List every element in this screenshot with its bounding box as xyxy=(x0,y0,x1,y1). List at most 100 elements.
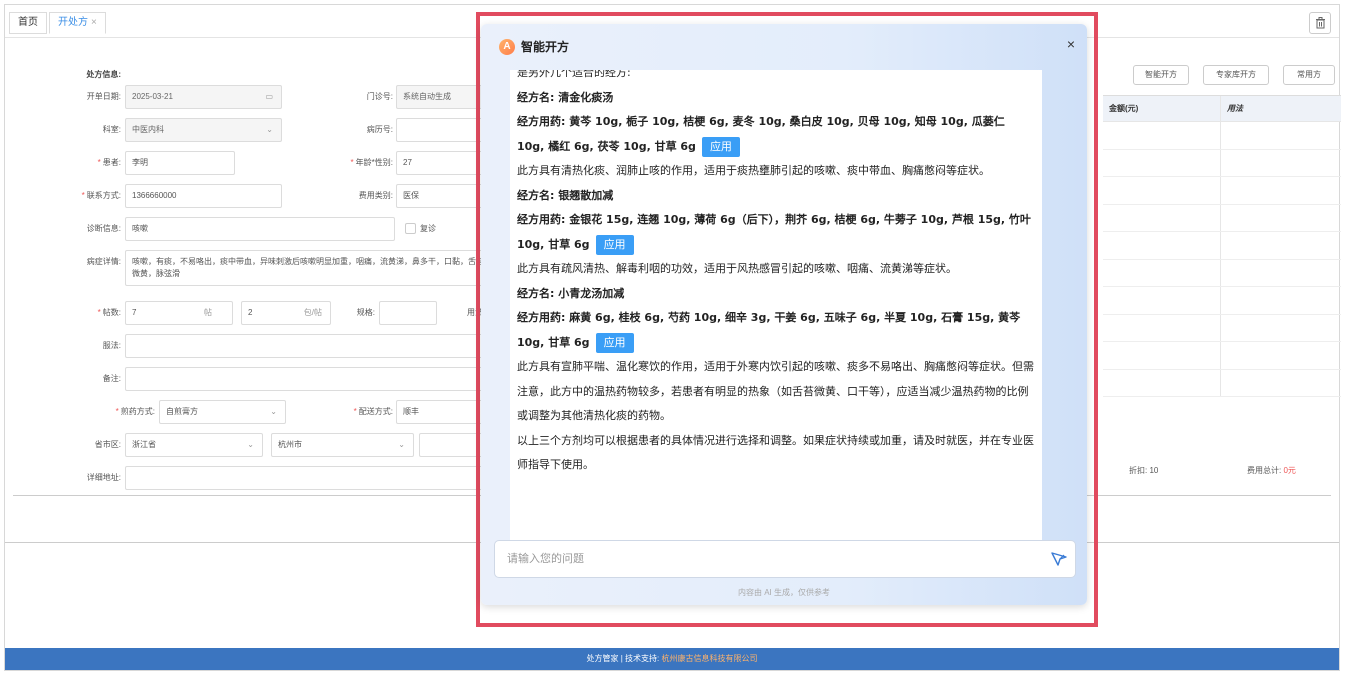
discount-text: 折扣: 10 xyxy=(1129,466,1159,475)
contact-label: * 联系方式: xyxy=(81,191,121,200)
col-usage: 用法 xyxy=(1227,104,1243,113)
decoct-value: 自煎膏方 xyxy=(166,407,198,416)
decoct-select[interactable]: 自煎膏方 ⌄ xyxy=(159,400,286,424)
city-value: 杭州市 xyxy=(278,440,302,449)
common-prescription-button[interactable]: 常用方 xyxy=(1283,65,1335,85)
rx3-herbs: 经方用药: 麻黄 6g, 桂枝 6g, 芍药 10g, 细辛 3g, 干姜 6g… xyxy=(517,306,1034,355)
remark-field[interactable] xyxy=(125,367,495,391)
patient-field[interactable]: 李明 xyxy=(125,151,235,175)
spec-field[interactable] xyxy=(379,301,437,325)
dept-select[interactable]: 中医内科 ⌄ xyxy=(125,118,282,142)
age-field[interactable]: 27 xyxy=(396,151,486,175)
age-gender-label: * 年龄*性别: xyxy=(350,158,393,167)
table-row xyxy=(1103,259,1341,287)
table-row xyxy=(1103,204,1341,232)
delivery-field[interactable]: 顺丰 xyxy=(396,400,486,424)
total-value: 0元 xyxy=(1283,466,1296,475)
table-row xyxy=(1103,314,1341,342)
doses-field[interactable]: 7帖 xyxy=(125,301,233,325)
rx2-desc: 此方具有疏风清热、解毒利咽的功效，适用于风热感冒引起的咳嗽、咽痛、流黄涕等症状。 xyxy=(517,262,957,275)
record-no-label: 病历号: xyxy=(366,125,393,134)
conclusion-text: 以上三个方剂均可以根据患者的具体情况进行选择和调整。如果症状持续或加重，请及时就… xyxy=(517,433,1034,472)
diagnosis-label: 诊断信息: xyxy=(86,224,121,233)
address-field[interactable] xyxy=(125,466,495,490)
clinic-no-field[interactable]: 系统自动生成 xyxy=(396,85,486,109)
province-select[interactable]: 浙江省 ⌄ xyxy=(125,433,263,457)
decoct-label: * 煎药方式: xyxy=(115,407,155,416)
calendar-icon: ▭ xyxy=(265,92,273,101)
close-icon[interactable]: × xyxy=(91,17,97,28)
revisit-checkbox[interactable] xyxy=(405,223,416,234)
apply-button[interactable]: 应用 xyxy=(701,136,740,157)
date-value: 2025-03-21 xyxy=(132,92,173,101)
take-field[interactable] xyxy=(125,334,495,358)
question-input[interactable]: 请输入您的问题 xyxy=(494,540,1076,578)
date-field[interactable]: 2025-03-21 ▭ xyxy=(125,85,282,109)
diagnosis-field[interactable]: 咳嗽 xyxy=(125,217,395,241)
doses-unit: 帖 xyxy=(204,308,212,317)
question-placeholder: 请输入您的问题 xyxy=(507,553,584,565)
bags-field[interactable]: 2 包/帖 xyxy=(241,301,331,325)
rx3-name: 经方名: 小青龙汤加减 xyxy=(517,286,625,300)
ai-logo-icon: A xyxy=(499,39,515,55)
dialog-title: 智能开方 xyxy=(521,40,570,54)
rx3-desc: 此方具有宣肺平喘、温化寒饮的作用，适用于外寒内饮引起的咳嗽、痰多不易咯出、胸痛憋… xyxy=(517,360,1034,422)
rx1-desc: 此方具有清热化痰、润肺止咳的作用，适用于痰热壅肺引起的咳嗽、痰中带血、胸痛憋闷等… xyxy=(517,164,990,177)
trash-icon xyxy=(1315,17,1325,29)
total-text: 费用总计: 0元 xyxy=(1247,466,1296,475)
doses-label: * 帖数: xyxy=(97,308,121,317)
clinic-no-label: 门诊号: xyxy=(366,92,393,101)
fee-type-field[interactable]: 医保 xyxy=(396,184,486,208)
close-icon[interactable]: × xyxy=(1067,36,1075,52)
fee-type-label: 费用类别: xyxy=(358,191,393,200)
herb-table: 金额(元) 用法 xyxy=(1103,95,1341,397)
intro-text: 是另外几个适合的经方: xyxy=(517,70,631,79)
city-select[interactable]: 杭州市 ⌄ xyxy=(271,433,414,457)
table-row xyxy=(1103,369,1341,397)
tab-prescribe[interactable]: 开处方 × xyxy=(49,12,106,34)
col-amount: 金额(元) xyxy=(1109,104,1139,113)
table-row xyxy=(1103,342,1341,370)
dialog-header: A 智能开方 × xyxy=(481,24,1087,68)
table-row xyxy=(1103,232,1341,260)
apply-button[interactable]: 应用 xyxy=(595,234,634,255)
remark-label: 备注: xyxy=(102,374,121,383)
table-row xyxy=(1103,287,1341,315)
rx1-name: 经方名: 清金化痰汤 xyxy=(517,90,614,104)
symptom-field[interactable]: 咳嗽，有痰，不易咯出，痰中带血，异味刺激后咳嗽明显加重，咽痛，流黄涕，鼻多干，口… xyxy=(125,250,495,286)
expert-prescribe-button[interactable]: 专家库开方 xyxy=(1203,65,1269,85)
trash-button[interactable] xyxy=(1309,12,1331,34)
table-row xyxy=(1103,177,1341,205)
take-label: 服法: xyxy=(102,341,121,350)
province-value: 浙江省 xyxy=(132,440,156,449)
tab-prescribe-label: 开处方 xyxy=(58,17,88,28)
ai-disclaimer: 内容由 AI 生成，仅供参考 xyxy=(737,588,830,597)
footer-text: 处方管家 | 技术支持: xyxy=(586,654,662,663)
symptom-label: 病症详情: xyxy=(86,257,121,266)
chevron-down-icon: ⌄ xyxy=(247,440,254,449)
dept-label: 科室: xyxy=(102,125,121,134)
doses-value: 7 xyxy=(132,308,137,317)
footer-org-link[interactable]: 杭州康古信息科技有限公司 xyxy=(661,654,757,663)
send-icon[interactable] xyxy=(1051,552,1067,566)
contact-field[interactable]: 1366660000 xyxy=(125,184,282,208)
smart-prescribe-button[interactable]: 智能开方 xyxy=(1133,65,1189,85)
record-no-field[interactable] xyxy=(396,118,486,142)
smart-prescribe-dialog: A 智能开方 × 是另外几个适合的经方: 经方名: 清金化痰汤 经方用药: 黄芩… xyxy=(481,24,1087,605)
tab-home-label: 首页 xyxy=(18,17,38,28)
region-label: 省市区: xyxy=(94,440,121,449)
rx1-herbs: 经方用药: 黄芩 10g, 栀子 10g, 桔梗 6g, 麦冬 10g, 桑白皮… xyxy=(517,110,1034,159)
chevron-down-icon: ⌄ xyxy=(270,407,277,416)
apply-button[interactable]: 应用 xyxy=(595,332,634,353)
date-label: 开单日期: xyxy=(86,92,121,101)
page-footer: 处方管家 | 技术支持: 杭州康古信息科技有限公司 xyxy=(5,648,1339,670)
rx2-name: 经方名: 银翘散加减 xyxy=(517,188,614,202)
ai-message: 是另外几个适合的经方: 经方名: 清金化痰汤 经方用药: 黄芩 10g, 栀子 … xyxy=(510,70,1042,545)
dept-value: 中医内科 xyxy=(132,125,164,134)
patient-label: * 患者: xyxy=(97,158,121,167)
delivery-label: * 配送方式: xyxy=(353,407,393,416)
bags-value: 2 xyxy=(248,308,253,317)
tab-home[interactable]: 首页 xyxy=(9,12,47,34)
revisit-label: 复诊 xyxy=(420,224,436,233)
chevron-down-icon: ⌄ xyxy=(398,440,405,449)
